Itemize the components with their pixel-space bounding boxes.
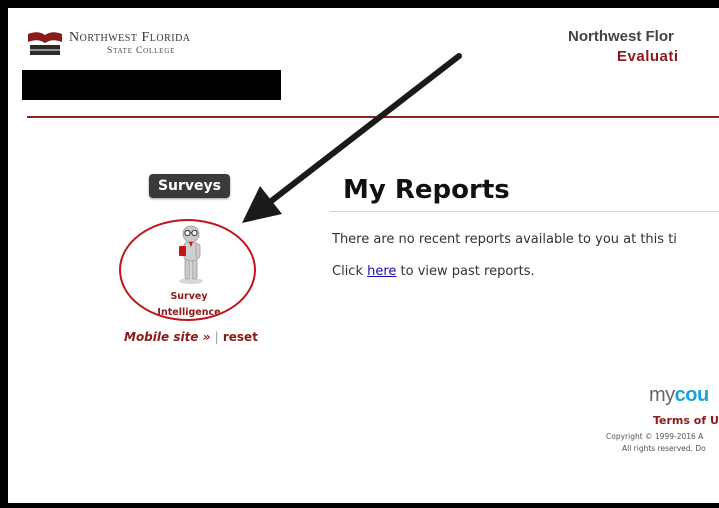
terms-of-use-link[interactable]: Terms of Use — [653, 414, 719, 427]
page-title: My Reports — [343, 175, 510, 205]
window-frame-left — [0, 0, 8, 508]
header-title: Northwest Flor — [568, 28, 674, 45]
redacted-block — [22, 70, 281, 100]
app-label-line2: Intelligence — [157, 307, 221, 318]
link-separator: | — [214, 330, 219, 344]
mycourses-brand-logo[interactable]: mycou — [649, 384, 709, 407]
header-subtitle: Evaluati — [617, 48, 679, 65]
logo-name-line1: Northwest Florida — [69, 30, 191, 45]
book-logo-icon — [28, 32, 62, 55]
past-reports-message: Click here to view past reports. — [332, 264, 535, 279]
surveys-tab[interactable]: Surveys — [149, 174, 230, 198]
past-reports-suffix: to view past reports. — [396, 264, 535, 279]
past-reports-prefix: Click — [332, 264, 368, 279]
survey-intelligence-figure-icon — [179, 225, 203, 284]
reset-link[interactable]: reset — [223, 330, 258, 344]
copyright-line2: All rights reserved. Do — [622, 444, 706, 453]
brand-accent: cou — [674, 384, 710, 406]
copyright-line1: Copyright © 1999-2016 A — [606, 432, 704, 441]
no-reports-message: There are no recent reports available to… — [332, 232, 677, 247]
mobile-site-link[interactable]: Mobile site » — [124, 330, 210, 344]
app-label: Survey Intelligence — [140, 289, 238, 321]
mobile-site-row: Mobile site » | reset — [124, 330, 258, 344]
header-divider — [27, 116, 719, 118]
logo-name-line2: State College — [107, 46, 176, 56]
screenshot-stage: Northwest Florida State College Northwes… — [0, 0, 719, 508]
survey-intelligence-app[interactable]: Survey Intelligence — [140, 223, 238, 323]
brand-prefix: my — [649, 384, 675, 406]
window-frame-top — [0, 0, 719, 8]
app-label-line1: Survey — [170, 291, 208, 302]
window-frame-bottom — [0, 503, 719, 508]
title-divider — [330, 211, 719, 212]
past-reports-link[interactable]: here — [367, 264, 396, 279]
